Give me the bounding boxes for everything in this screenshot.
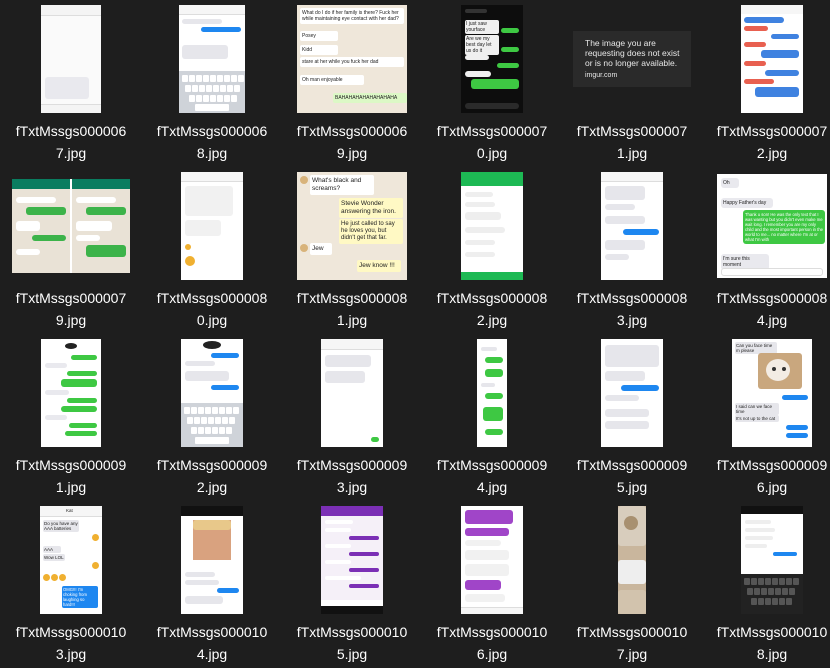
file-label: fTxtMssgs000008 2.jpg: [436, 290, 548, 328]
file-grid: fTxtMssgs000006 7.jpg fTxtMssgs000006 8.…: [0, 0, 830, 667]
file-tile[interactable]: fTxtMssgs000009 3.jpg: [282, 335, 422, 501]
file-tile[interactable]: fTxtMssgs000010 5.jpg: [282, 502, 422, 668]
file-tile[interactable]: Can you face time m please I said can we…: [702, 335, 830, 501]
file-tile[interactable]: fTxtMssgs000008 2.jpg: [422, 168, 562, 334]
file-tile[interactable]: Oh Happy Father's day Thank u son! He wa…: [702, 168, 830, 334]
file-label: fTxtMssgs000006 7.jpg: [15, 123, 127, 161]
file-label: fTxtMssgs000008 1.jpg: [296, 290, 408, 328]
file-label: fTxtMssgs000010 8.jpg: [716, 624, 828, 662]
file-tile[interactable]: What's black and screams? Stevie Wonder …: [282, 168, 422, 334]
file-label: fTxtMssgs000010 5.jpg: [296, 624, 408, 662]
thumbnail: [1, 335, 141, 451]
file-label: fTxtMssgs000007 0.jpg: [436, 123, 548, 161]
file-tile[interactable]: fTxtMssgs000006 8.jpg: [142, 1, 282, 167]
thumbnail: [142, 1, 282, 117]
file-tile[interactable]: fTxtMssgs000010 4.jpg: [142, 502, 282, 668]
file-label: fTxtMssgs000010 7.jpg: [576, 624, 688, 662]
file-tile[interactable]: fTxtMssgs000010 6.jpg: [422, 502, 562, 668]
file-label: fTxtMssgs000010 4.jpg: [156, 624, 268, 662]
file-label: fTxtMssgs000009 2.jpg: [156, 457, 268, 495]
file-label: fTxtMssgs000009 4.jpg: [436, 457, 548, 495]
thumbnail: [282, 335, 422, 451]
file-label: fTxtMssgs000010 6.jpg: [436, 624, 548, 662]
file-label: fTxtMssgs000009 5.jpg: [576, 457, 688, 495]
thumbnail: I just saw yourface Are we my best day l…: [422, 1, 562, 117]
file-tile[interactable]: fTxtMssgs000007 2.jpg: [702, 1, 830, 167]
file-tile[interactable]: fTxtMssgs000009 4.jpg: [422, 335, 562, 501]
thumbnail: Kat Do you have any AAA batteries AAA Wo…: [1, 502, 141, 618]
thumbnail: [142, 502, 282, 618]
file-tile[interactable]: fTxtMssgs000007 9.jpg: [1, 168, 141, 334]
file-tile[interactable]: I just saw yourface Are we my best day l…: [422, 1, 562, 167]
thumbnail: [702, 502, 830, 618]
thumbnail: [562, 335, 702, 451]
thumbnail: [702, 1, 830, 117]
thumbnail: Can you face time m please I said can we…: [702, 335, 830, 451]
thumbnail: The image you are requesting does not ex…: [562, 1, 702, 117]
thumbnail: [142, 335, 282, 451]
file-label: fTxtMssgs000009 1.jpg: [15, 457, 127, 495]
file-tile[interactable]: Kat Do you have any AAA batteries AAA Wo…: [1, 502, 141, 668]
file-label: fTxtMssgs000009 3.jpg: [296, 457, 408, 495]
file-label: fTxtMssgs000006 8.jpg: [156, 123, 268, 161]
file-tile[interactable]: fTxtMssgs000008 3.jpg: [562, 168, 702, 334]
file-label: fTxtMssgs000008 0.jpg: [156, 290, 268, 328]
file-tile[interactable]: The image you are requesting does not ex…: [562, 1, 702, 167]
thumbnail: [1, 168, 141, 284]
thumbnail: [142, 168, 282, 284]
thumbnail: [282, 502, 422, 618]
thumbnail: What do I do if her family is there? Fuc…: [282, 1, 422, 117]
thumbnail: Oh Happy Father's day Thank u son! He wa…: [702, 168, 830, 284]
file-tile[interactable]: What do I do if her family is there? Fuc…: [282, 1, 422, 167]
file-tile[interactable]: fTxtMssgs000008 0.jpg: [142, 168, 282, 334]
file-tile[interactable]: fTxtMssgs000010 8.jpg: [702, 502, 830, 668]
thumbnail: [422, 335, 562, 451]
file-label: fTxtMssgs000006 9.jpg: [296, 123, 408, 161]
file-tile[interactable]: fTxtMssgs000009 2.jpg: [142, 335, 282, 501]
file-tile[interactable]: fTxtMssgs000010 7.jpg: [562, 502, 702, 668]
file-label: fTxtMssgs000007 9.jpg: [15, 290, 127, 328]
thumbnail: [422, 168, 562, 284]
file-label: fTxtMssgs000009 6.jpg: [716, 457, 828, 495]
file-tile[interactable]: fTxtMssgs000006 7.jpg: [1, 1, 141, 167]
file-label: fTxtMssgs000008 4.jpg: [716, 290, 828, 328]
thumbnail: [562, 502, 702, 618]
thumbnail: [422, 502, 562, 618]
file-label: fTxtMssgs000007 2.jpg: [716, 123, 828, 161]
thumbnail: [1, 1, 141, 117]
file-label: fTxtMssgs000007 1.jpg: [576, 123, 688, 161]
file-label: fTxtMssgs000008 3.jpg: [576, 290, 688, 328]
file-tile[interactable]: fTxtMssgs000009 5.jpg: [562, 335, 702, 501]
thumbnail: [562, 168, 702, 284]
file-label: fTxtMssgs000010 3.jpg: [15, 624, 127, 662]
file-tile[interactable]: fTxtMssgs000009 1.jpg: [1, 335, 141, 501]
thumbnail: What's black and screams? Stevie Wonder …: [282, 168, 422, 284]
